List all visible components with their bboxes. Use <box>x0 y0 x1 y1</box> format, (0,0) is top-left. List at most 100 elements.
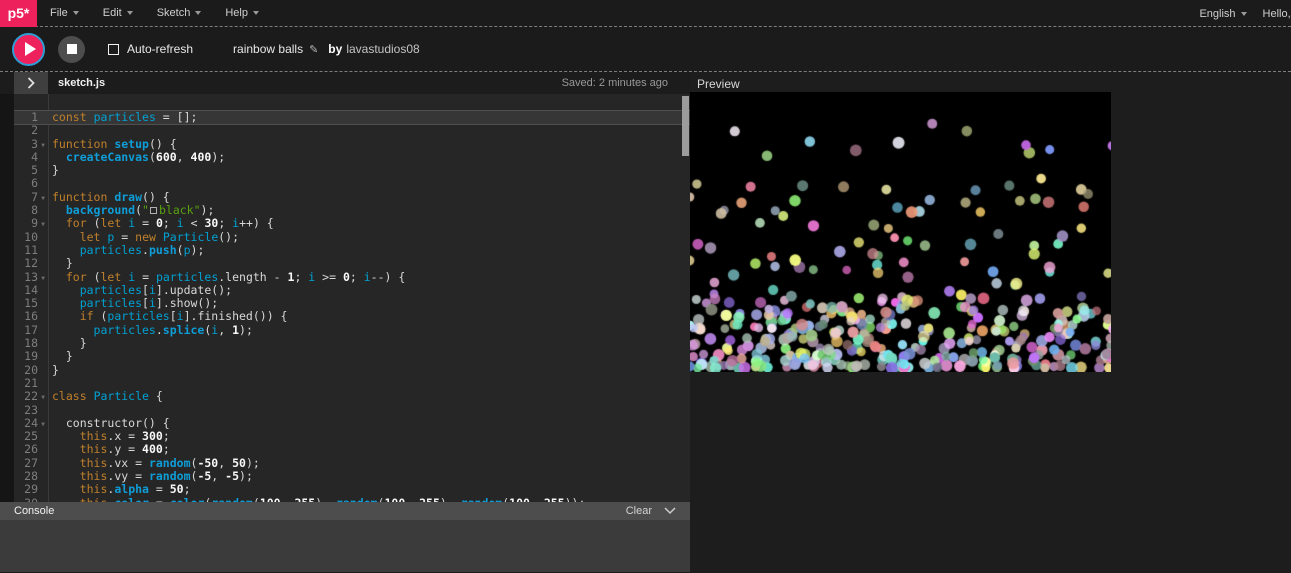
menu-file[interactable]: File <box>50 7 79 19</box>
gutter-cell: 29 <box>14 483 48 496</box>
gutter-cell: 28 <box>14 470 48 483</box>
code-line-27[interactable]: 27 this.vx = random(-50, 50); <box>14 457 690 470</box>
color-swatch[interactable] <box>150 207 157 214</box>
top-nav: p5* File Edit Sketch Help English Hello, la… <box>0 0 1291 27</box>
menu-sketch[interactable]: Sketch <box>157 7 202 19</box>
gutter-cell: 8 <box>14 204 48 217</box>
code-line-2[interactable]: 2 <box>14 124 690 137</box>
code-line-26[interactable]: 26 this.y = 400; <box>14 443 690 456</box>
line-number: 14 <box>14 284 38 297</box>
gutter-cell: 21 <box>14 377 48 390</box>
gutter-cell: 27 <box>14 457 48 470</box>
code-text: } <box>48 349 73 363</box>
gutter-cell: 12 <box>14 257 48 270</box>
main-area: sketch.js Saved: 2 minutes ago 1const pa… <box>0 72 1291 572</box>
chevron-down-icon <box>253 11 259 15</box>
line-number: 26 <box>14 443 38 456</box>
code-text <box>48 176 52 190</box>
sketch-title: rainbow balls <box>233 42 303 56</box>
code-line-16[interactable]: 16 if (particles[i].finished()) { <box>14 310 690 323</box>
gutter-cell: 16 <box>14 310 48 323</box>
code-text: this.vy = random(-5, -5); <box>48 469 253 483</box>
code-text <box>48 123 52 137</box>
play-icon <box>25 42 36 56</box>
fold-arrow-icon[interactable]: ▼ <box>38 272 48 285</box>
user-greeting[interactable]: Hello, lavastudios08 <box>1263 8 1291 20</box>
console-collapse-chevron-icon[interactable] <box>664 507 676 515</box>
code-line-20[interactable]: 20} <box>14 364 690 377</box>
code-line-8[interactable]: 8 background("black"); <box>14 204 690 217</box>
menu-label: Edit <box>103 7 122 19</box>
line-number: 1 <box>14 111 38 124</box>
fold-arrow-icon[interactable]: ▼ <box>38 391 48 404</box>
by-label: by <box>328 42 342 56</box>
gutter-cell: 30 <box>14 497 48 502</box>
code-line-6[interactable]: 6 <box>14 177 690 190</box>
code-line-19[interactable]: 19 } <box>14 350 690 363</box>
code-text: particles.push(p); <box>48 243 204 257</box>
code-line-22[interactable]: 22▼class Particle { <box>14 390 690 403</box>
sidebar-expand-button[interactable] <box>14 72 48 94</box>
menu-label: Sketch <box>157 7 191 19</box>
code-line-18[interactable]: 18 } <box>14 337 690 350</box>
line-number: 20 <box>14 364 38 377</box>
editor-scrollbar[interactable] <box>682 96 689 156</box>
auto-refresh-checkbox[interactable] <box>108 44 119 55</box>
code-line-14[interactable]: 14 particles[i].update(); <box>14 284 690 297</box>
code-line-1[interactable]: 1const particles = []; <box>14 111 690 124</box>
line-number: 10 <box>14 231 38 244</box>
edit-pencil-icon[interactable]: ✎ <box>309 43 318 56</box>
code-line-21[interactable]: 21 <box>14 377 690 390</box>
line-number: 18 <box>14 337 38 350</box>
code-line-5[interactable]: 5} <box>14 164 690 177</box>
line-number: 11 <box>14 244 38 257</box>
line-number: 29 <box>14 483 38 496</box>
menu-help[interactable]: Help <box>225 7 259 19</box>
gutter-cell: 17 <box>14 324 48 337</box>
chevron-down-icon <box>195 11 201 15</box>
code-text: createCanvas(600, 400); <box>48 150 225 164</box>
code-line-25[interactable]: 25 this.x = 300; <box>14 430 690 443</box>
code-line-12[interactable]: 12 } <box>14 257 690 270</box>
code-line-7[interactable]: 7▼function draw() { <box>14 191 690 204</box>
p5-logo[interactable]: p5* <box>0 0 37 27</box>
code-text: function draw() { <box>48 190 170 204</box>
line-number: 12 <box>14 257 38 270</box>
line-number: 25 <box>14 430 38 443</box>
code-text: this.color = color(random(100, 255), ran… <box>48 496 585 502</box>
code-line-4[interactable]: 4 createCanvas(600, 400); <box>14 151 690 164</box>
play-button[interactable] <box>12 33 45 66</box>
code-text: for (let i = 0; i < 30; i++) { <box>48 216 274 230</box>
gutter-cell: 15 <box>14 297 48 310</box>
author-name[interactable]: lavastudios08 <box>346 42 419 56</box>
chevron-down-icon <box>1241 12 1247 16</box>
stop-button[interactable] <box>58 36 85 63</box>
code-line-3[interactable]: 3▼function setup() { <box>14 138 690 151</box>
code-line-9[interactable]: 9▼ for (let i = 0; i < 30; i++) { <box>14 217 690 230</box>
code-editor[interactable]: 1const particles = [];23▼function setup(… <box>0 94 690 502</box>
fold-arrow-icon[interactable]: ▼ <box>38 139 48 152</box>
language-dropdown[interactable]: English <box>1199 8 1246 20</box>
code-line-29[interactable]: 29 this.alpha = 50; <box>14 483 690 496</box>
code-line-10[interactable]: 10 let p = new Particle(); <box>14 231 690 244</box>
code-line-13[interactable]: 13▼ for (let i = particles.length - 1; i… <box>14 271 690 284</box>
console-clear-button[interactable]: Clear <box>626 505 652 517</box>
sketch-canvas[interactable] <box>690 92 1111 372</box>
code-line-30[interactable]: 30 this.color = color(random(100, 255), … <box>14 497 690 502</box>
fold-arrow-icon[interactable]: ▼ <box>38 418 48 431</box>
code-line-28[interactable]: 28 this.vy = random(-5, -5); <box>14 470 690 483</box>
code-line-11[interactable]: 11 particles.push(p); <box>14 244 690 257</box>
line-number: 4 <box>14 151 38 164</box>
fold-arrow-icon[interactable]: ▼ <box>38 192 48 205</box>
code-line-15[interactable]: 15 particles[i].show(); <box>14 297 690 310</box>
tab-sketch-js[interactable]: sketch.js <box>58 77 105 89</box>
menu-edit[interactable]: Edit <box>103 7 133 19</box>
code-line-17[interactable]: 17 particles.splice(i, 1); <box>14 324 690 337</box>
code-line-24[interactable]: 24▼ constructor() { <box>14 417 690 430</box>
code-lines[interactable]: 1const particles = [];23▼function setup(… <box>14 94 690 502</box>
gutter-cell: 14 <box>14 284 48 297</box>
code-line-23[interactable]: 23 <box>14 404 690 417</box>
line-number: 30 <box>14 497 38 502</box>
line-number: 7 <box>14 191 38 204</box>
fold-arrow-icon[interactable]: ▼ <box>38 218 48 231</box>
